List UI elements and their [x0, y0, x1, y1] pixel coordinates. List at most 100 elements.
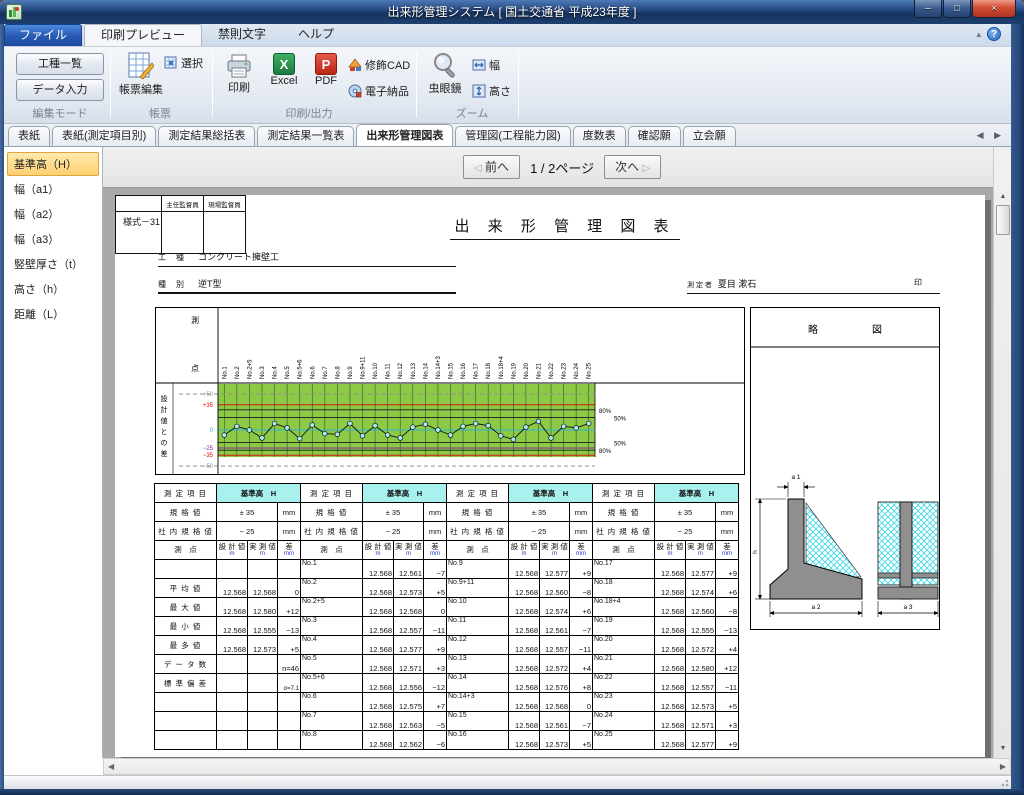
pdf-export-button[interactable]: P PDF — [306, 53, 346, 87]
group-label-print-output: 印刷/出力 — [244, 105, 374, 121]
vertical-scroll-thumb[interactable] — [996, 205, 1010, 235]
app-window: 出来形管理システム [ 国土交通省 平成23年度 ] ─ □ × ファイル 印刷… — [0, 0, 1024, 795]
svg-text:No.18: No.18 — [486, 362, 492, 379]
doc-tab[interactable]: 立会願 — [683, 126, 736, 146]
svg-text:No.14: No.14 — [423, 362, 429, 379]
svg-text:No.15: No.15 — [448, 362, 454, 379]
group-separator — [416, 51, 417, 117]
svg-text:+35: +35 — [203, 403, 214, 409]
doc-tab[interactable]: 測定結果一覧表 — [257, 126, 354, 146]
horizontal-scrollbar[interactable]: ◀ ▶ — [103, 758, 1011, 775]
file-menu-button[interactable]: ファイル — [4, 24, 82, 46]
tab-print-preview[interactable]: 印刷プレビュー — [84, 24, 202, 46]
fit-height-button[interactable]: 高さ — [472, 83, 511, 99]
doc-tab[interactable]: 測定結果総括表 — [158, 126, 255, 146]
electronic-delivery-button[interactable]: 電子納品 — [348, 83, 409, 99]
table-group: 測 定 項 目基準高 H規 格 値± 35mm社 内 規 格 値− 25mm測 … — [300, 483, 447, 750]
scroll-left-icon[interactable]: ◀ — [108, 761, 114, 773]
tab-forbidden-chars[interactable]: 禁則文字 — [202, 24, 282, 46]
next-page-button[interactable]: 次へ ▷ — [604, 155, 661, 179]
svg-text:設: 設 — [161, 394, 168, 403]
doc-tab[interactable]: 表紙(測定項目別) — [52, 126, 156, 146]
sketch-title-left: 略 — [808, 323, 818, 336]
excel-icon: X — [273, 53, 295, 75]
sidebar-item[interactable]: 幅（a1） — [7, 177, 99, 201]
scroll-down-icon[interactable]: ▼ — [995, 741, 1011, 757]
report-title: 出 来 形 管 理 図 表 — [450, 215, 680, 240]
svg-text:−25: −25 — [203, 446, 214, 452]
dim-a2-label: a 2 — [811, 604, 820, 611]
prev-page-button[interactable]: ◁ 前へ — [463, 155, 520, 179]
sidebar-item[interactable]: 距離（L） — [7, 302, 99, 326]
wall-column — [900, 502, 912, 599]
table-group: 測 定 項 目基準高 H規 格 値± 35mm社 内 規 格 値− 25mm測 … — [592, 483, 739, 750]
window-border-left — [0, 24, 4, 789]
work-class-value: 逆T型 — [198, 279, 222, 289]
help-icon[interactable]: ? — [987, 27, 1001, 41]
print-button[interactable]: 印刷 — [218, 53, 260, 95]
dim-h-label: h — [752, 550, 759, 554]
data-input-button[interactable]: データ入力 — [16, 79, 104, 101]
svg-text:No.3: No.3 — [260, 366, 266, 379]
dim-a3-label: a 3 — [903, 604, 912, 611]
sidebar-item[interactable]: 基準高（H） — [7, 152, 99, 176]
dim-a1-label: a 1 — [791, 474, 800, 481]
measurer-value: 夏目 漱石 — [718, 279, 757, 289]
svg-text:値: 値 — [161, 416, 168, 425]
fit-width-button[interactable]: 幅 — [472, 57, 500, 73]
svg-text:No.10: No.10 — [373, 362, 379, 379]
svg-text:No.7: No.7 — [323, 366, 329, 379]
magnifier-icon — [432, 52, 459, 80]
doc-tab[interactable]: 確認願 — [628, 126, 681, 146]
svg-text:計: 計 — [161, 405, 168, 414]
window-controls: ─ □ × — [913, 0, 1016, 18]
doc-tab[interactable]: 管理図(工程能力図) — [455, 126, 570, 146]
close-button[interactable]: × — [972, 0, 1016, 18]
svg-text:No.19: No.19 — [511, 362, 517, 379]
svg-text:No.13: No.13 — [411, 362, 417, 379]
doc-tab[interactable]: 度数表 — [573, 126, 626, 146]
work-class-field: 種別逆T型 — [158, 277, 456, 294]
sidebar-item[interactable]: 幅（a3） — [7, 227, 99, 251]
fit-width-icon — [472, 59, 486, 71]
excel-export-button[interactable]: X Excel — [262, 53, 306, 87]
svg-text:No.5+6: No.5+6 — [298, 359, 304, 379]
svg-text:No.2+5: No.2+5 — [247, 359, 253, 379]
scroll-right-icon[interactable]: ▶ — [1000, 761, 1006, 773]
page-indicator: 1 / 2ページ — [530, 158, 594, 177]
svg-text:No.24: No.24 — [574, 362, 580, 379]
svg-text:測: 測 — [191, 315, 199, 325]
tab-help[interactable]: ヘルプ — [282, 24, 350, 46]
maximize-button[interactable]: □ — [943, 0, 971, 18]
svg-text:80%: 80% — [599, 449, 612, 455]
decorate-cad-button[interactable]: 修飾CAD — [348, 57, 410, 73]
sidebar-item[interactable]: 高さ（h） — [7, 277, 99, 301]
doc-tab[interactable]: 出来形管理図表 — [356, 124, 453, 146]
collapse-ribbon-icon[interactable]: ▴ — [976, 29, 981, 40]
vertical-scrollbar[interactable]: ▲ ▼ — [993, 147, 1011, 758]
sidebar-item[interactable]: 幅（a2） — [7, 202, 99, 226]
resize-grip[interactable] — [999, 777, 1009, 787]
minimize-button[interactable]: ─ — [914, 0, 942, 18]
magnifier-button[interactable]: 虫眼鏡 — [422, 52, 468, 96]
work-class-label: 種別 — [158, 280, 194, 289]
doc-tab[interactable]: 表紙 — [8, 126, 50, 146]
tab-scroll-arrows[interactable]: ◀ ▶ — [977, 130, 1005, 141]
report-edit-button[interactable]: 帳票編集 — [118, 51, 164, 97]
svg-text:の: の — [161, 440, 168, 447]
work-type-field: 工種コンクリート擁壁工 — [158, 250, 456, 267]
process-list-button[interactable]: 工種一覧 — [16, 53, 104, 75]
sidebar-item[interactable]: 竪壁厚さ（t） — [7, 252, 99, 276]
scroll-up-icon[interactable]: ▲ — [995, 189, 1011, 205]
horizontal-scrollbar-row: ◀ ▶ — [4, 758, 1011, 775]
window-title: 出来形管理システム [ 国土交通省 平成23年度 ] — [0, 0, 1024, 24]
work-type-value: コンクリート擁壁工 — [198, 252, 279, 262]
title-bar: 出来形管理システム [ 国土交通省 平成23年度 ] ─ □ × — [0, 0, 1024, 24]
status-bar — [4, 775, 1011, 789]
svg-text:No.20: No.20 — [524, 362, 530, 379]
svg-text:50%: 50% — [614, 416, 627, 422]
group-separator — [110, 51, 111, 117]
svg-text:No.9+11: No.9+11 — [361, 356, 367, 379]
select-button[interactable]: 選択 — [164, 55, 203, 71]
svg-text:No.16: No.16 — [461, 362, 467, 379]
